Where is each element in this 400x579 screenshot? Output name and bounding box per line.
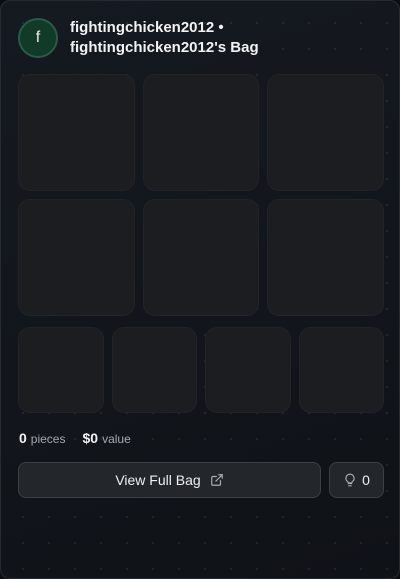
view-full-bag-label: View Full Bag (115, 472, 201, 488)
bag-item-slot[interactable] (205, 327, 291, 413)
like-button[interactable]: 0 (329, 462, 384, 498)
bag-item-slot[interactable] (18, 74, 135, 191)
like-count: 0 (362, 472, 370, 488)
bag-item-slot[interactable] (143, 199, 259, 316)
pieces-label: pieces (30, 432, 66, 446)
external-link-icon (210, 474, 223, 486)
bag-item-slot[interactable] (112, 327, 197, 413)
pieces-count: 0 (19, 430, 27, 446)
avatar[interactable]: f (18, 18, 58, 58)
bag-title[interactable]: fightingchicken2012 • fightingchicken201… (70, 18, 370, 58)
bag-stats: 0 pieces $0 value (19, 430, 148, 446)
view-full-bag-button[interactable]: View Full Bag (18, 462, 321, 498)
avatar-letter: f (35, 29, 41, 46)
value-label: value (102, 432, 131, 446)
bag-item-slot[interactable] (18, 327, 104, 413)
bag-item-slot[interactable] (299, 327, 384, 413)
lightbulb-icon (345, 473, 355, 487)
bag-item-slot[interactable] (267, 199, 384, 316)
bag-item-slot[interactable] (143, 74, 259, 191)
value-amount: $0 (82, 430, 99, 446)
bag-header: f fightingchicken2012 • fightingchicken2… (18, 18, 385, 58)
bag-item-slot[interactable] (267, 74, 384, 191)
bag-card: f fightingchicken2012 • fightingchicken2… (0, 0, 400, 579)
bag-item-slot[interactable] (18, 199, 135, 316)
